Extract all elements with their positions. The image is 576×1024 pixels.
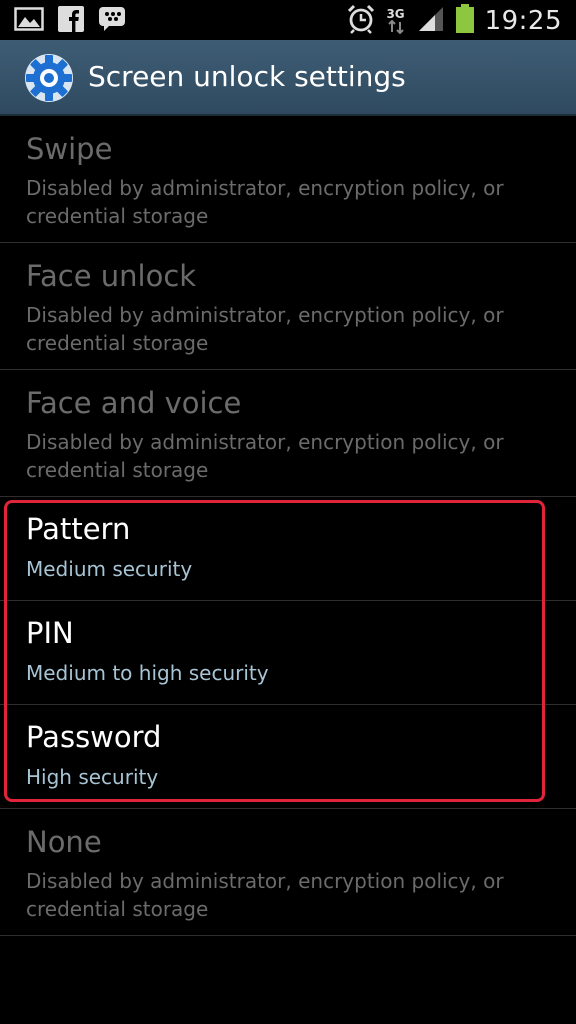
option-title: Face and voice [26, 386, 242, 420]
option-summary: Disabled by administrator, encryption po… [26, 303, 504, 355]
alarm-icon [347, 4, 375, 38]
option-title: Pattern [26, 512, 131, 546]
gallery-icon [14, 6, 44, 36]
option-summary: Disabled by administrator, encryption po… [26, 869, 504, 921]
action-bar: Screen unlock settings [0, 40, 576, 116]
option-summary: Medium security [26, 557, 193, 581]
option-password[interactable]: Password High security [0, 705, 576, 809]
option-title: PIN [26, 616, 74, 650]
option-face-unlock: Face unlock Disabled by administrator, e… [0, 243, 576, 370]
option-summary: Disabled by administrator, encryption po… [26, 176, 504, 228]
option-title: Swipe [26, 132, 113, 166]
option-title: Face unlock [26, 259, 197, 293]
option-summary: Disabled by administrator, encryption po… [26, 430, 504, 482]
unlock-options-list: Swipe Disabled by administrator, encrypt… [0, 116, 576, 936]
notification-icons [14, 6, 126, 36]
option-summary: Medium to high security [26, 661, 269, 685]
system-icons: 3G 19:25 [347, 4, 562, 38]
network-label: 3G [386, 7, 405, 21]
option-title: Password [26, 720, 162, 754]
option-none: None Disabled by administrator, encrypti… [0, 809, 576, 936]
page-title: Screen unlock settings [88, 60, 406, 93]
option-summary: High security [26, 765, 159, 789]
status-clock: 19:25 [484, 6, 562, 36]
battery-icon [455, 4, 475, 38]
option-face-and-voice: Face and voice Disabled by administrator… [0, 370, 576, 497]
settings-gear-icon[interactable] [22, 51, 76, 105]
option-pin[interactable]: PIN Medium to high security [0, 601, 576, 705]
signal-icon [417, 5, 445, 37]
option-title: None [26, 825, 102, 859]
facebook-icon [58, 6, 84, 36]
option-pattern[interactable]: Pattern Medium security [0, 497, 576, 601]
network-type: 3G [385, 8, 407, 34]
option-swipe: Swipe Disabled by administrator, encrypt… [0, 116, 576, 243]
messenger-icon [98, 6, 126, 36]
data-arrows-icon [387, 20, 404, 34]
status-bar: 3G 19:25 [0, 0, 576, 40]
